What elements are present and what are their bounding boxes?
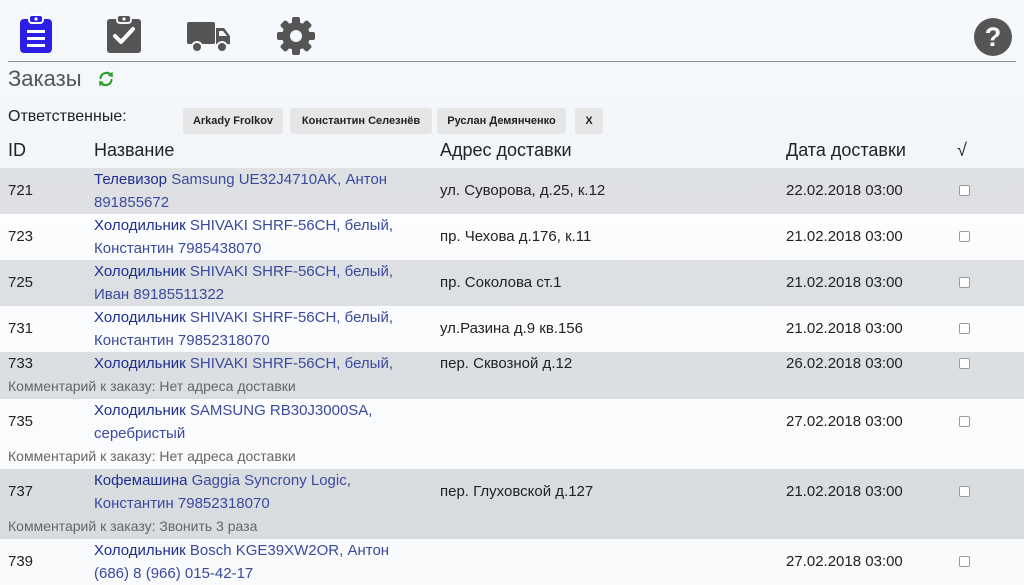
order-date: 26.02.2018 03:00 bbox=[786, 355, 903, 372]
product-type[interactable]: Холодильник bbox=[94, 309, 186, 326]
order-id: 739 bbox=[8, 553, 34, 570]
table-row[interactable]: 731 Холодильник SHIVAKI SHRF-56CH, белый… bbox=[0, 306, 1024, 352]
page-title: Заказы bbox=[8, 66, 82, 91]
order-name-link[interactable]: SHIVAKI SHRF-56CH, белый, bbox=[190, 355, 393, 372]
order-checkbox[interactable] bbox=[959, 185, 970, 196]
responsible-chip[interactable]: Руслан Демянченко bbox=[437, 108, 566, 134]
table-row[interactable]: 723 Холодильник SHIVAKI SHRF-56CH, белый… bbox=[0, 214, 1024, 260]
order-comment: Комментарий к заказу: Нет адреса доставк… bbox=[8, 448, 296, 464]
order-date: 27.02.2018 03:00 bbox=[786, 413, 903, 430]
order-address: пер. Сквозной д.12 bbox=[440, 355, 573, 372]
product-type[interactable]: Холодильник bbox=[94, 355, 186, 372]
col-header-name: Название bbox=[94, 140, 175, 160]
responsible-label: Ответственные: bbox=[8, 108, 127, 125]
order-checkbox[interactable] bbox=[959, 231, 970, 242]
order-date: 27.02.2018 03:00 bbox=[786, 553, 903, 570]
order-id: 721 bbox=[8, 182, 34, 199]
order-comment: Комментарий к заказу: Нет адреса доставк… bbox=[8, 378, 296, 394]
order-address: ул. Суворова, д.25, к.12 bbox=[440, 182, 606, 199]
toolbar-divider bbox=[8, 61, 1016, 62]
order-id: 735 bbox=[8, 413, 34, 430]
product-type[interactable]: Кофемашина bbox=[94, 472, 187, 489]
order-checkbox[interactable] bbox=[959, 277, 970, 288]
order-comment: Комментарий к заказу: Звонить 3 раза bbox=[8, 518, 257, 534]
order-name[interactable]: Телевизор Samsung UE32J4710AK, Антон 891… bbox=[94, 168, 424, 214]
product-type[interactable]: Холодильник bbox=[94, 402, 186, 419]
order-date: 22.02.2018 03:00 bbox=[786, 182, 903, 199]
order-checkbox[interactable] bbox=[959, 556, 970, 567]
col-header-address: Адрес доставки bbox=[440, 140, 572, 160]
order-date: 21.02.2018 03:00 bbox=[786, 228, 903, 245]
gear-icon[interactable] bbox=[276, 16, 316, 61]
order-date: 21.02.2018 03:00 bbox=[786, 483, 903, 500]
order-date: 21.02.2018 03:00 bbox=[786, 274, 903, 291]
order-name[interactable]: Холодильник Bosch KGE39XW2OR, Антон (686… bbox=[94, 539, 424, 585]
table-header: ID Название Адрес доставки Дата доставки… bbox=[0, 132, 1024, 168]
order-checkbox[interactable] bbox=[959, 486, 970, 497]
comment-prefix: Комментарий к заказу: bbox=[8, 518, 160, 534]
col-header-date: Дата доставки bbox=[786, 140, 906, 160]
order-name[interactable]: Холодильник SHIVAKI SHRF-56CH, белый, Ив… bbox=[94, 260, 424, 306]
order-name[interactable]: Холодильник SHIVAKI SHRF-56CH, белый, Ко… bbox=[94, 306, 424, 352]
order-id: 725 bbox=[8, 274, 34, 291]
order-date: 21.02.2018 03:00 bbox=[786, 320, 903, 337]
order-address: пер. Глуховской д.127 bbox=[440, 483, 594, 500]
order-checkbox[interactable] bbox=[959, 358, 970, 369]
col-header-id: ID bbox=[8, 140, 26, 160]
col-header-check: √ bbox=[957, 140, 967, 160]
clipboard-list-icon[interactable] bbox=[18, 14, 54, 59]
order-checkbox[interactable] bbox=[959, 416, 970, 427]
order-name[interactable]: Холодильник SHIVAKI SHRF-56CH, белый, Ко… bbox=[94, 214, 424, 260]
product-type[interactable]: Телевизор bbox=[94, 171, 167, 188]
toolbar: ? bbox=[0, 0, 1016, 62]
order-id: 737 bbox=[8, 483, 34, 500]
product-type[interactable]: Холодильник bbox=[94, 263, 186, 280]
responsible-chip[interactable]: Константин Селезнёв bbox=[290, 108, 432, 134]
refresh-icon[interactable] bbox=[97, 70, 115, 93]
comment-text: Нет адреса доставки bbox=[159, 378, 296, 394]
table-row[interactable]: 735 Холодильник SAMSUNG RB30J3000SA, сер… bbox=[0, 399, 1024, 469]
product-type[interactable]: Холодильник bbox=[94, 217, 186, 234]
table-row[interactable]: 737 Кофемашина Gaggia Syncrony Logic, Ко… bbox=[0, 469, 1024, 539]
order-id: 733 bbox=[8, 355, 34, 372]
order-id: 731 bbox=[8, 320, 34, 337]
order-address: пр. Чехова д.176, к.11 bbox=[440, 228, 592, 245]
orders-table: ID Название Адрес доставки Дата доставки… bbox=[0, 132, 1024, 585]
clipboard-check-icon[interactable] bbox=[106, 14, 142, 59]
order-name[interactable]: Холодильник SAMSUNG RB30J3000SA, серебри… bbox=[94, 399, 424, 445]
help-icon[interactable]: ? bbox=[973, 17, 1013, 62]
order-address: ул.Разина д.9 кв.156 bbox=[440, 320, 583, 337]
comment-prefix: Комментарий к заказу: bbox=[8, 448, 160, 464]
order-name[interactable]: Кофемашина Gaggia Syncrony Logic, Конста… bbox=[94, 469, 424, 515]
responsible-chip[interactable]: Arkady Frolkov bbox=[183, 108, 283, 134]
comment-text: Звонить 3 раза bbox=[159, 518, 258, 534]
order-address: пр. Соколова ст.1 bbox=[440, 274, 562, 291]
clear-responsible-button[interactable]: X bbox=[575, 108, 603, 134]
table-row[interactable]: 733 Холодильник SHIVAKI SHRF-56CH, белый… bbox=[0, 352, 1024, 399]
order-checkbox[interactable] bbox=[959, 323, 970, 334]
product-type[interactable]: Холодильник bbox=[94, 542, 186, 559]
svg-text:?: ? bbox=[985, 22, 1002, 52]
order-name[interactable]: Холодильник SHIVAKI SHRF-56CH, белый, bbox=[94, 352, 424, 375]
table-row[interactable]: 739 Холодильник Bosch KGE39XW2OR, Антон … bbox=[0, 539, 1024, 585]
order-id: 723 bbox=[8, 228, 34, 245]
table-row[interactable]: 721 Телевизор Samsung UE32J4710AK, Антон… bbox=[0, 168, 1024, 214]
truck-icon[interactable] bbox=[187, 20, 231, 59]
comment-text: Нет адреса доставки bbox=[159, 448, 296, 464]
table-row[interactable]: 725 Холодильник SHIVAKI SHRF-56CH, белый… bbox=[0, 260, 1024, 306]
comment-prefix: Комментарий к заказу: bbox=[8, 378, 160, 394]
